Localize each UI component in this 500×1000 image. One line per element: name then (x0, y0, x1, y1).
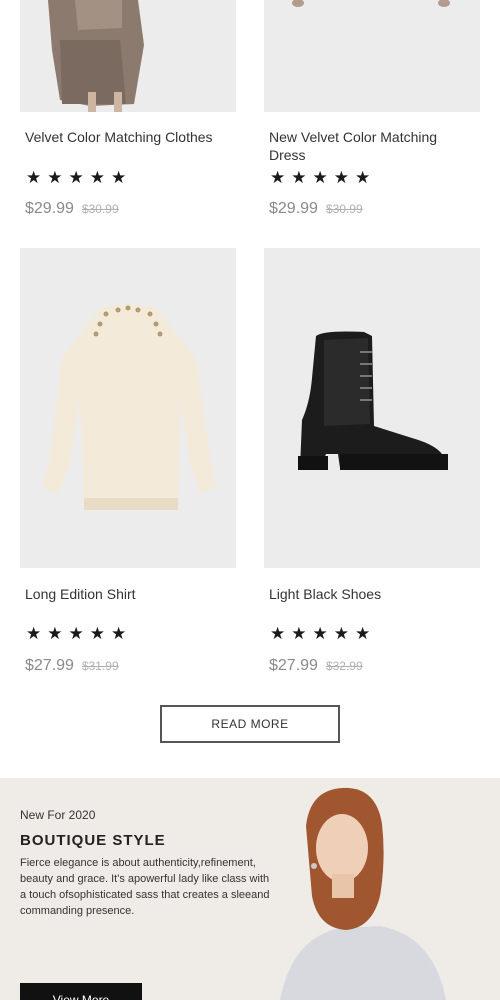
rating-stars: ★★★★★ (270, 168, 377, 187)
rating-stars: ★★★★★ (270, 624, 377, 643)
original-price: $30.99 (325, 202, 363, 216)
original-price: $32.99 (325, 659, 363, 673)
promo-banner: New For 2020 BOUTIQUE STYLE Fierce elega… (0, 778, 500, 1000)
product-image[interactable] (20, 0, 236, 112)
product-name[interactable]: Long Edition Shirt (25, 585, 231, 603)
product-name[interactable]: Velvet Color Matching Clothes (25, 128, 231, 146)
current-price: $29.99 (25, 200, 74, 217)
price: $29.99 $30.99 (25, 200, 119, 218)
original-price: $31.99 (81, 659, 119, 673)
product-image[interactable] (20, 248, 236, 568)
current-price: $29.99 (269, 200, 318, 217)
banner-body: Fierce elegance is about authenticity,re… (20, 857, 270, 917)
banner-kicker: New For 2020 (20, 808, 96, 822)
product-name[interactable]: New Velvet Color Matching Dress (269, 128, 475, 164)
original-price: $30.99 (81, 202, 119, 216)
view-more-button[interactable]: View More (20, 983, 142, 1000)
product-name[interactable]: Light Black Shoes (269, 585, 475, 603)
current-price: $27.99 (25, 657, 74, 674)
product-image[interactable] (264, 248, 480, 568)
product-image[interactable] (264, 0, 480, 112)
current-price: $27.99 (269, 657, 318, 674)
banner-headline: BOUTIQUE STYLE (20, 832, 166, 849)
read-more-button[interactable]: READ MORE (160, 705, 340, 743)
rating-stars: ★★★★★ (26, 168, 133, 187)
rating-stars: ★★★★★ (26, 624, 133, 643)
price: $29.99 $30.99 (269, 200, 363, 218)
price: $27.99 $32.99 (269, 657, 363, 675)
price: $27.99 $31.99 (25, 657, 119, 675)
